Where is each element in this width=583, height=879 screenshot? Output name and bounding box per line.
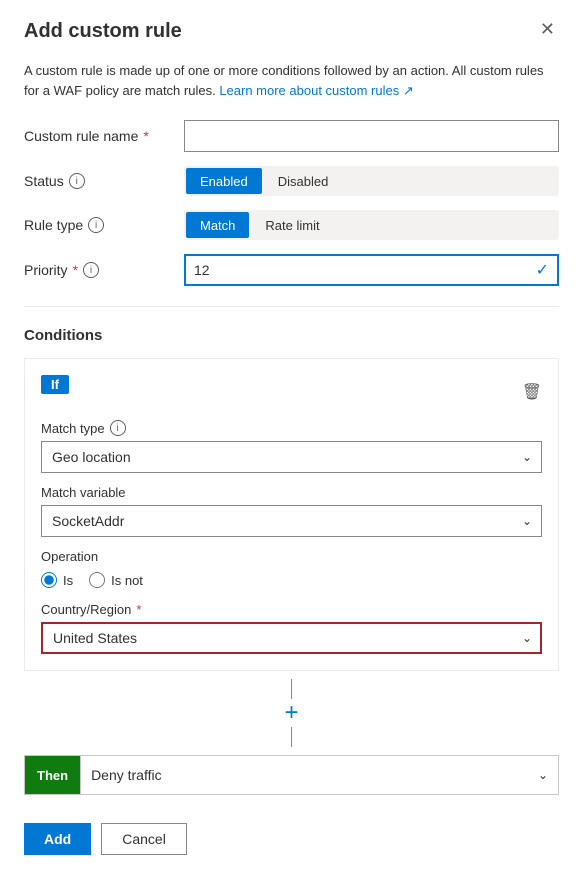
- rule-type-info-icon[interactable]: i: [88, 217, 104, 233]
- custom-rule-name-control: [184, 120, 559, 152]
- match-type-select[interactable]: Geo location IP Address Request URI HTTP…: [41, 441, 542, 473]
- add-custom-rule-dialog: Add custom rule ✕ A custom rule is made …: [0, 0, 583, 879]
- info-text: A custom rule is made up of one or more …: [24, 61, 559, 100]
- delete-condition-icon[interactable]: 🗑: [522, 382, 542, 402]
- operation-radio-group: Is Is not: [41, 572, 542, 588]
- status-disabled-button[interactable]: Disabled: [264, 168, 343, 194]
- operation-is-item: Is: [41, 572, 73, 588]
- match-variable-label: Match variable: [41, 485, 542, 500]
- country-region-field: Country/Region * United States China Rus…: [41, 602, 542, 654]
- then-action-wrapper: Deny traffic Allow traffic Log ⌄: [80, 756, 558, 794]
- country-region-label: Country/Region *: [41, 602, 542, 617]
- dialog-header: Add custom rule ✕: [24, 20, 559, 43]
- conditions-section-title: Conditions: [24, 327, 559, 344]
- rule-type-row: Rule type i Match Rate limit: [24, 210, 559, 240]
- match-type-select-wrapper: Geo location IP Address Request URI HTTP…: [41, 441, 542, 473]
- country-region-select-wrapper: United States China Russia Iran ⌄: [41, 622, 542, 654]
- rule-type-toggle-group: Match Rate limit: [184, 210, 559, 240]
- condition-header: If 🗑: [41, 375, 542, 408]
- priority-check-icon: ✓: [536, 260, 549, 280]
- rule-type-match-button[interactable]: Match: [186, 212, 249, 238]
- operation-is-radio[interactable]: [41, 572, 57, 588]
- custom-rule-name-label: Custom rule name *: [24, 128, 184, 144]
- cancel-button[interactable]: Cancel: [101, 823, 187, 855]
- add-button[interactable]: Add: [24, 823, 91, 855]
- match-type-label: Match type i: [41, 420, 542, 436]
- connector-line-top: [291, 679, 292, 699]
- match-variable-select[interactable]: SocketAddr RemoteAddr: [41, 505, 542, 537]
- add-condition-button[interactable]: +: [278, 699, 306, 727]
- custom-rule-name-input[interactable]: [184, 120, 559, 152]
- operation-isnot-item: Is not: [89, 572, 143, 588]
- learn-more-link[interactable]: Learn more about custom rules ↗: [219, 83, 413, 98]
- operation-isnot-label[interactable]: Is not: [111, 573, 143, 588]
- match-type-field: Match type i Geo location IP Address Req…: [41, 420, 542, 473]
- close-button[interactable]: ✕: [536, 20, 559, 38]
- footer-buttons: Add Cancel: [24, 823, 559, 855]
- country-required-indicator: *: [136, 602, 141, 617]
- status-toggle-group: Enabled Disabled: [184, 166, 559, 196]
- status-control: Enabled Disabled: [184, 166, 559, 196]
- divider: [24, 306, 559, 307]
- rule-type-rate-limit-button[interactable]: Rate limit: [251, 212, 333, 238]
- match-variable-select-wrapper: SocketAddr RemoteAddr ⌄: [41, 505, 542, 537]
- connector-area: +: [24, 671, 559, 755]
- required-indicator: *: [143, 128, 148, 144]
- rule-type-control: Match Rate limit: [184, 210, 559, 240]
- then-row: Then Deny traffic Allow traffic Log ⌄: [24, 755, 559, 795]
- status-label: Status i: [24, 173, 184, 189]
- priority-row: Priority * i ✓: [24, 254, 559, 286]
- status-enabled-button[interactable]: Enabled: [186, 168, 262, 194]
- then-action-select[interactable]: Deny traffic Allow traffic Log: [80, 756, 558, 794]
- if-badge: If: [41, 375, 69, 394]
- priority-required-indicator: *: [73, 262, 78, 278]
- match-variable-field: Match variable SocketAddr RemoteAddr ⌄: [41, 485, 542, 537]
- priority-input-wrapper: ✓: [184, 254, 559, 286]
- conditions-box: If 🗑 Match type i Geo location IP Addres…: [24, 358, 559, 671]
- country-region-select[interactable]: United States China Russia Iran: [41, 622, 542, 654]
- priority-info-icon[interactable]: i: [83, 262, 99, 278]
- rule-type-label: Rule type i: [24, 217, 184, 233]
- operation-label: Operation: [41, 549, 542, 564]
- priority-input[interactable]: [184, 254, 559, 286]
- dialog-title: Add custom rule: [24, 20, 182, 43]
- priority-control: ✓: [184, 254, 559, 286]
- then-badge: Then: [25, 756, 80, 794]
- operation-field: Operation Is Is not: [41, 549, 542, 588]
- operation-isnot-radio[interactable]: [89, 572, 105, 588]
- connector-line-bottom: [291, 727, 292, 747]
- operation-is-label[interactable]: Is: [63, 573, 73, 588]
- status-row: Status i Enabled Disabled: [24, 166, 559, 196]
- match-type-info-icon[interactable]: i: [110, 420, 126, 436]
- priority-label: Priority * i: [24, 262, 184, 278]
- conditions-section: Conditions If 🗑 Match type i Geo locatio…: [24, 327, 559, 795]
- status-info-icon[interactable]: i: [69, 173, 85, 189]
- custom-rule-name-row: Custom rule name *: [24, 120, 559, 152]
